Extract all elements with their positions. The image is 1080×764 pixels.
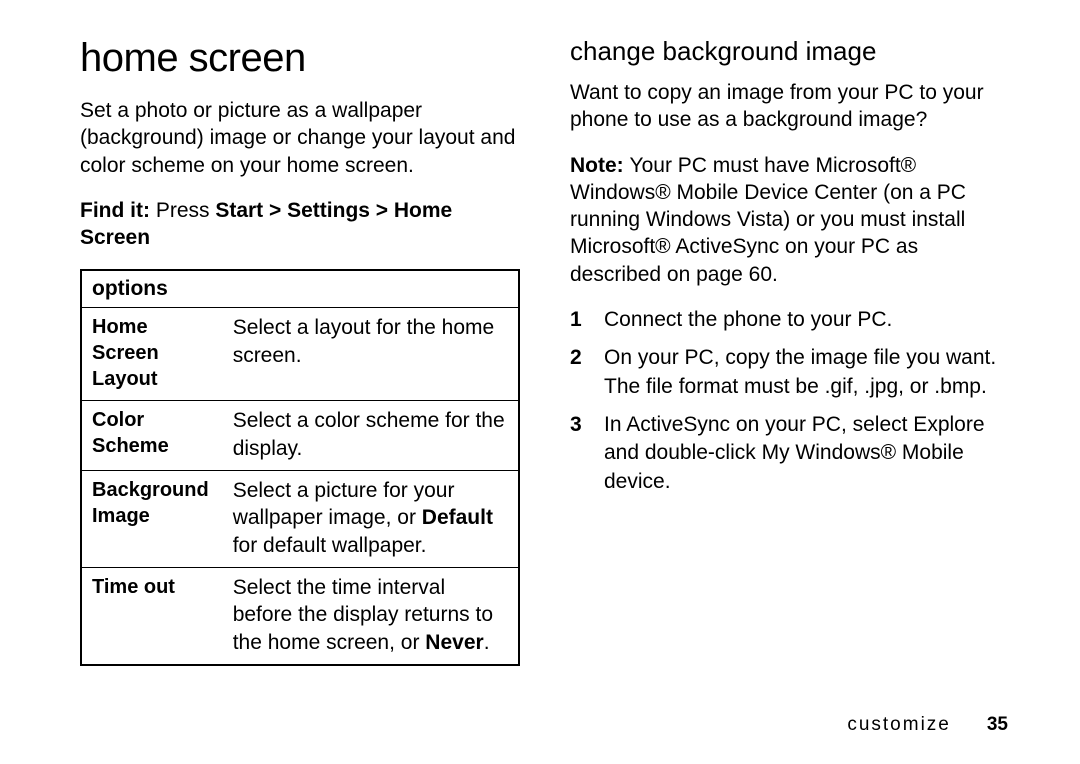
table-row: HomeScreenLayout Select a layout for the…: [81, 308, 519, 401]
option-desc: Select a picture for your wallpaper imag…: [223, 471, 519, 568]
note-paragraph: Note: Your PC must have Microsoft® Windo…: [570, 152, 1010, 288]
step-text: In ActiveSync on your PC, select Explore…: [604, 413, 985, 493]
change-bg-intro: Want to copy an image from your PC to yo…: [570, 79, 1010, 134]
page-footer: customize 35: [847, 714, 1008, 736]
note-label: Note:: [570, 154, 630, 177]
table-row: BackgroundImage Select a picture for you…: [81, 471, 519, 568]
options-table-header: options: [81, 270, 519, 308]
table-row: Time out Select the time interval before…: [81, 567, 519, 664]
step-number: 3: [570, 411, 582, 439]
find-it-prefix: Press: [156, 199, 216, 222]
find-it-label: Find it:: [80, 199, 156, 222]
list-item: 2 On your PC, copy the image file you wan…: [570, 344, 1010, 401]
option-name: Time out: [81, 567, 223, 664]
steps-list: 1 Connect the phone to your PC. 2 On your …: [570, 306, 1010, 496]
option-name: BackgroundImage: [81, 471, 223, 568]
footer-page-number: 35: [987, 714, 1008, 735]
intro-paragraph: Set a photo or picture as a wallpaper (b…: [80, 97, 520, 179]
step-number: 2: [570, 344, 582, 372]
table-row: ColorScheme Select a color scheme for th…: [81, 401, 519, 471]
find-it-line: Find it: Press Start > Settings > Home S…: [80, 197, 520, 252]
step-text: Connect the phone to your PC.: [604, 308, 892, 331]
footer-section: customize: [847, 714, 951, 735]
options-table: options HomeScreenLayout Select a layout…: [80, 269, 520, 665]
note-body: Your PC must have Microsoft® Windows® Mo…: [570, 154, 966, 286]
step-number: 1: [570, 306, 582, 334]
option-desc: Select a color scheme for the display.: [223, 401, 519, 471]
left-column: home screen Set a photo or picture as a …: [80, 36, 520, 676]
heading-home-screen: home screen: [80, 36, 520, 81]
option-name: HomeScreenLayout: [81, 308, 223, 401]
option-desc: Select the time interval before the disp…: [223, 567, 519, 664]
right-column: change background image Want to copy an …: [570, 36, 1010, 676]
list-item: 3 In ActiveSync on your PC, select Explor…: [570, 411, 1010, 496]
option-desc: Select a layout for the home screen.: [223, 308, 519, 401]
step-text: On your PC, copy the image file you want…: [604, 346, 996, 397]
list-item: 1 Connect the phone to your PC.: [570, 306, 1010, 334]
heading-change-background: change background image: [570, 36, 1010, 67]
option-name: ColorScheme: [81, 401, 223, 471]
